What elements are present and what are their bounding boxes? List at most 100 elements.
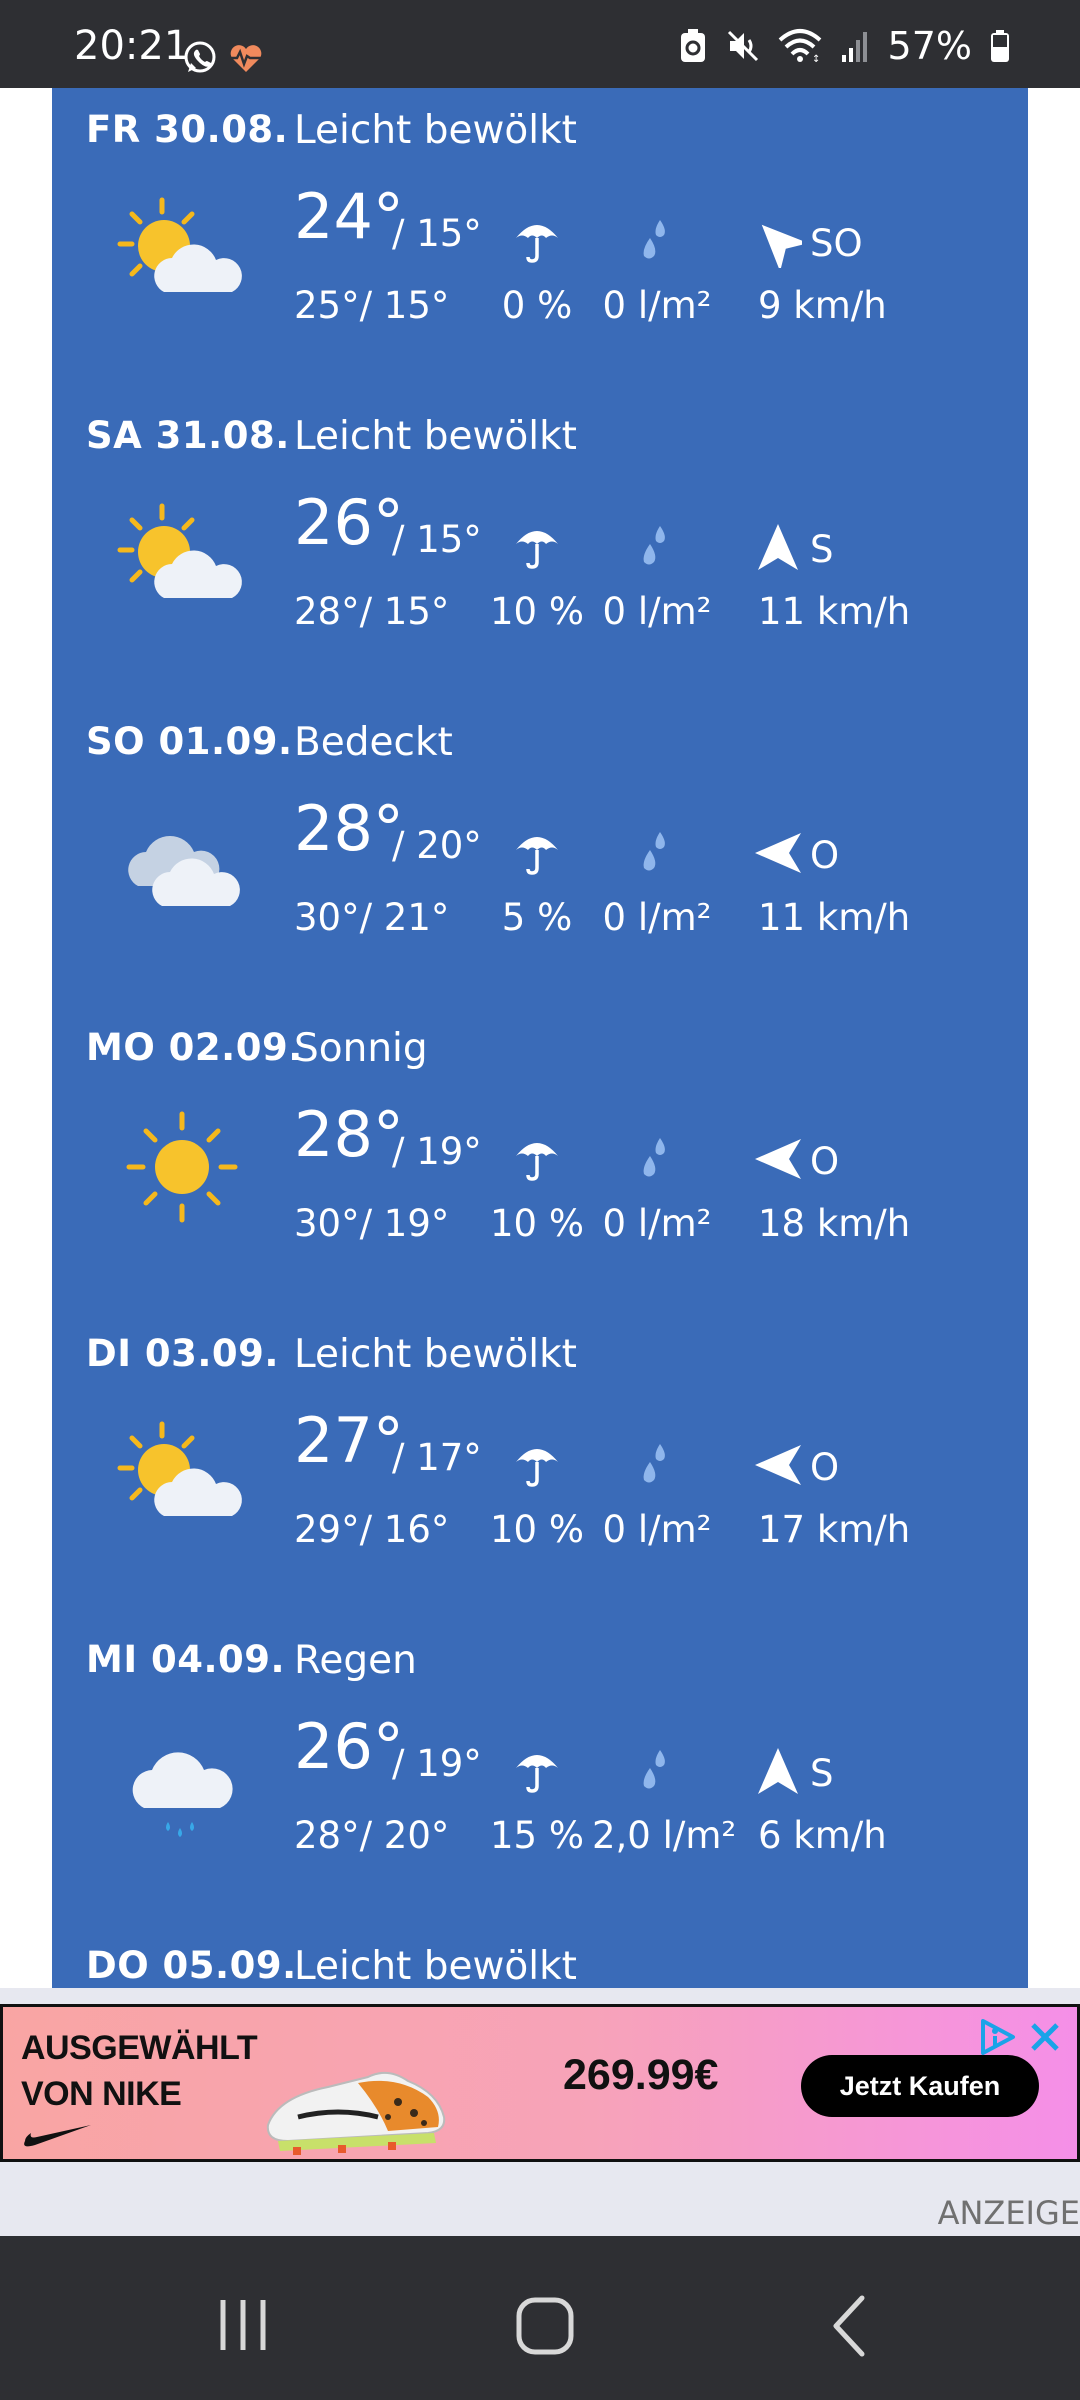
precip-probability: 5 % <box>501 896 573 939</box>
ad-close-icon[interactable] <box>1025 2017 1065 2057</box>
precip-probability: 10 % <box>490 1202 584 1245</box>
feels-like-temps: 28°/ 15° <box>294 590 450 633</box>
day-date: FR 30.08. <box>86 108 289 151</box>
ad-brand-text: AUSGEWÄHLT VON NIKE <box>21 2025 258 2117</box>
feels-like-temps: 30°/ 21° <box>294 896 450 939</box>
temp-max: 24° <box>294 180 404 253</box>
recent-apps-icon[interactable] <box>203 2286 283 2366</box>
feels-like-temps: 29°/ 16° <box>294 1508 450 1551</box>
rain-amount: 0 l/m² <box>602 284 712 327</box>
adchoices-icon[interactable] <box>977 2017 1019 2057</box>
mute-icon <box>727 30 758 62</box>
temp-min: / 19° <box>392 1130 482 1173</box>
status-left-icons <box>184 41 262 73</box>
forecast-day-row[interactable]: SO 01.09. Bedeckt 28°/ 20° 30°/ 21° 5 % 0 l/m… <box>52 700 1028 1006</box>
wind-direction-arrow-icon <box>754 1132 802 1186</box>
battery-icon <box>991 30 1009 62</box>
wind-speed: 17 km/h <box>758 1508 911 1551</box>
temp-max: 28° <box>294 1098 404 1171</box>
forecast-day-row[interactable]: MO 02.09. Sonnig 28°/ 19° 30°/ 19° 10 % 0 l/m… <box>52 1006 1028 1312</box>
precip-probability: 10 % <box>490 590 584 633</box>
raindrop-icon <box>630 1134 680 1184</box>
wind-direction: O <box>810 1446 840 1489</box>
umbrella-icon <box>512 828 562 878</box>
sunny-icon <box>112 1106 252 1236</box>
status-right: ↕ 57% <box>678 24 1010 68</box>
svg-text:↕: ↕ <box>812 54 820 64</box>
wind-direction: S <box>810 1752 834 1795</box>
umbrella-icon <box>512 522 562 572</box>
ad-cta-button[interactable]: Jetzt Kaufen <box>801 2055 1039 2117</box>
wifi-icon: ↕ <box>778 29 821 64</box>
wind-direction-arrow-icon <box>754 826 802 880</box>
day-condition: Sonnig <box>294 1026 428 1071</box>
raindrop-icon <box>630 1746 680 1796</box>
temp-max: 26° <box>294 486 404 559</box>
raindrop-icon <box>630 828 680 878</box>
signal-icon <box>841 32 867 62</box>
wind-direction: O <box>810 834 840 877</box>
overcast-icon <box>112 800 252 930</box>
rain-amount: 0 l/m² <box>602 1508 712 1551</box>
feels-like-temps: 28°/ 20° <box>294 1814 450 1857</box>
temp-min: / 19° <box>392 1742 482 1785</box>
wind-direction-arrow-icon <box>754 520 802 574</box>
wind-speed: 9 km/h <box>758 284 887 327</box>
ad-price: 269.99€ <box>563 2051 719 2099</box>
whatsapp-icon <box>184 41 216 73</box>
temp-min: / 20° <box>392 824 482 867</box>
day-condition: Leicht bewölkt <box>294 414 577 459</box>
day-condition: Leicht bewölkt <box>294 108 577 153</box>
forecast-list: FR 30.08. Leicht bewölkt 24°/ 15° 25°/ 15° 0… <box>52 88 1028 1988</box>
system-nav-bar <box>0 2236 1080 2400</box>
nike-swoosh-icon <box>24 2125 91 2147</box>
raindrop-icon <box>630 1440 680 1490</box>
day-condition: Regen <box>294 1638 417 1683</box>
temp-max: 26° <box>294 1710 404 1783</box>
temp-min: / 17° <box>392 1436 482 1479</box>
wind-speed: 18 km/h <box>758 1202 911 1245</box>
wind-direction: O <box>810 1140 840 1183</box>
temp-min: / 15° <box>392 212 482 255</box>
shoe-image <box>266 2071 446 2155</box>
wind-direction: SO <box>810 222 863 265</box>
forecast-day-row[interactable]: DI 03.09. Leicht bewölkt 27°/ 17° 29°/ 16° 1… <box>52 1312 1028 1618</box>
umbrella-icon <box>512 1746 562 1796</box>
forecast-day-row[interactable]: SA 31.08. Leicht bewölkt 26°/ 15° 28°/ 15° 1… <box>52 394 1028 700</box>
raindrop-icon <box>630 522 680 572</box>
day-date: DI 03.09. <box>86 1332 279 1375</box>
umbrella-icon <box>512 216 562 266</box>
day-condition: Leicht bewölkt <box>294 1332 577 1377</box>
ad-banner[interactable]: AUSGEWÄHLT VON NIKE 269.99€ Jetzt Kaufen <box>0 2004 1080 2162</box>
day-condition: Bedeckt <box>294 720 453 765</box>
ad-brand-line2: VON NIKE <box>21 2075 182 2113</box>
health-heart-icon <box>230 45 262 72</box>
ad-container: AUSGEWÄHLT VON NIKE 269.99€ Jetzt Kaufen… <box>0 1988 1080 2236</box>
wind-direction-arrow-icon <box>754 214 809 272</box>
back-icon[interactable] <box>810 2286 890 2366</box>
temp-max: 28° <box>294 792 404 865</box>
partly-cloudy-icon <box>112 188 252 318</box>
day-date: SA 31.08. <box>86 414 290 457</box>
rain-amount: 0 l/m² <box>602 896 712 939</box>
temp-min: / 15° <box>392 518 482 561</box>
precip-probability: 15 % <box>490 1814 584 1857</box>
day-condition: Leicht bewölkt <box>294 1944 577 1988</box>
precip-probability: 0 % <box>501 284 573 327</box>
forecast-day-row[interactable]: MI 04.09. Regen 26°/ 19° 28°/ 20° 15 % 2,0 l/… <box>52 1618 1028 1924</box>
battery-saver-icon <box>680 29 705 62</box>
raindrop-icon <box>630 216 680 266</box>
day-date: MO 02.09. <box>86 1026 303 1069</box>
forecast-day-row[interactable]: DO 05.09. Leicht bewölkt <box>52 1924 1028 1988</box>
partly-cloudy-icon <box>112 1412 252 1542</box>
app-root: 20:21 ↕ 57% FR 30.08. Leicht bewölkt 24°… <box>0 0 1080 2400</box>
partly-cloudy-icon <box>112 494 252 624</box>
status-time: 20:21 <box>74 23 190 69</box>
status-bar: 20:21 ↕ 57% <box>0 0 1080 88</box>
day-date: DO 05.09. <box>86 1944 297 1987</box>
forecast-day-row[interactable]: FR 30.08. Leicht bewölkt 24°/ 15° 25°/ 15° 0… <box>52 88 1028 394</box>
precip-probability: 10 % <box>490 1508 584 1551</box>
home-icon[interactable] <box>505 2286 585 2366</box>
ad-label: ANZEIGE <box>937 2194 1080 2232</box>
wind-direction-arrow-icon <box>754 1744 802 1798</box>
